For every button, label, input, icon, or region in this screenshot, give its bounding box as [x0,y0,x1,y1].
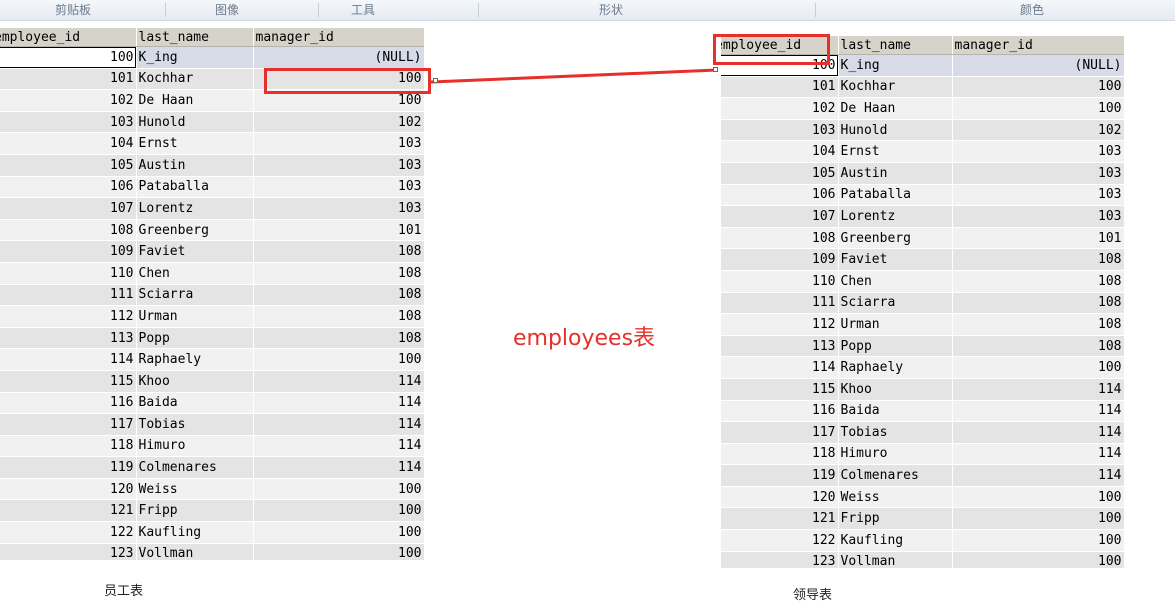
connector-handle-start[interactable] [433,78,438,83]
employee-table-caption: 员工表 [104,584,144,599]
manager-table-caption: 领导表 [793,588,833,603]
connector-arrow [430,68,718,84]
center-label: employees表 [513,326,656,351]
connector-line [430,68,718,84]
connector-handle-end[interactable] [713,67,718,72]
